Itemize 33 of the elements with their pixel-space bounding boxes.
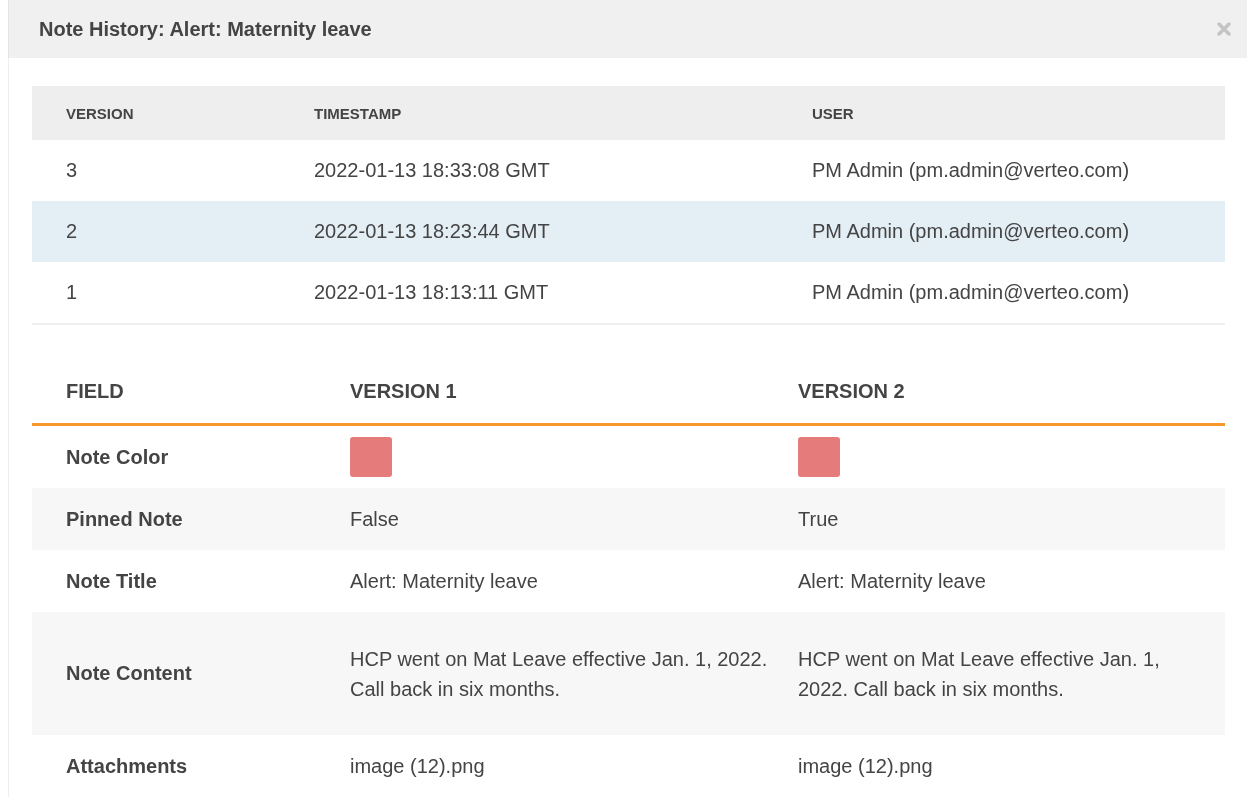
table-cell-text: PM Admin (pm.admin@verteo.com): [811, 281, 1131, 304]
column-header: VERSION: [65, 104, 135, 122]
table-cell-text: image (12).png: [798, 754, 934, 779]
table-cell-text: True: [798, 507, 840, 532]
table-cell-text: 2: [65, 220, 79, 243]
close-icon[interactable]: [1217, 22, 1231, 36]
table-cell-text: 2022-01-13 18:33:08 GMT: [313, 159, 551, 182]
table-cell-text: 1: [65, 281, 79, 304]
column-header: USER: [811, 104, 855, 122]
table-cell-text: PM Admin (pm.admin@verteo.com): [811, 159, 1131, 182]
column-header: FIELD: [65, 379, 125, 403]
table-cell-text: Alert: Maternity leave: [350, 569, 539, 594]
field-label: Note Color: [65, 445, 170, 469]
table-cell-text: HCP went on Mat Leave effective Jan. 1, 2022. Call back in six months.: [350, 646, 769, 702]
table-cell-text: 2022-01-13 18:13:11 GMT: [313, 281, 550, 304]
version-row[interactable]: 2 2022-01-13 18:23:44 GMT PM Admin (pm.admin@verteo.com): [32, 201, 1225, 262]
table-cell-text: PM Admin (pm.admin@verteo.com): [811, 220, 1131, 243]
table-cell-text: 3: [65, 159, 79, 182]
column-header: VERSION 1: [350, 379, 458, 403]
table-cell-text: False: [350, 507, 400, 532]
version-row[interactable]: 3 2022-01-13 18:33:08 GMT PM Admin (pm.admin@verteo.com): [32, 140, 1225, 201]
table-cell-text: HCP went on Mat Leave effective Jan. 1, 2022. Call back in six months.: [798, 646, 1161, 702]
version-row[interactable]: 1 2022-01-13 18:13:11 GMT PM Admin (pm.admin@verteo.com): [32, 262, 1225, 323]
table-cell-text: image (12).png: [350, 754, 486, 779]
field-label: Note Title: [65, 569, 158, 593]
column-header: VERSION 2: [798, 379, 906, 403]
dialog-title: Note History: Alert: Maternity leave: [39, 17, 372, 41]
column-header: TIMESTAMP: [313, 104, 403, 122]
table-cell-text: Alert: Maternity leave: [798, 569, 987, 594]
field-label: Attachments: [65, 754, 189, 778]
field-label: Pinned Note: [65, 507, 184, 531]
table-cell-text: 2022-01-13 18:23:44 GMT: [313, 220, 551, 243]
field-label: Note Content: [65, 662, 193, 685]
